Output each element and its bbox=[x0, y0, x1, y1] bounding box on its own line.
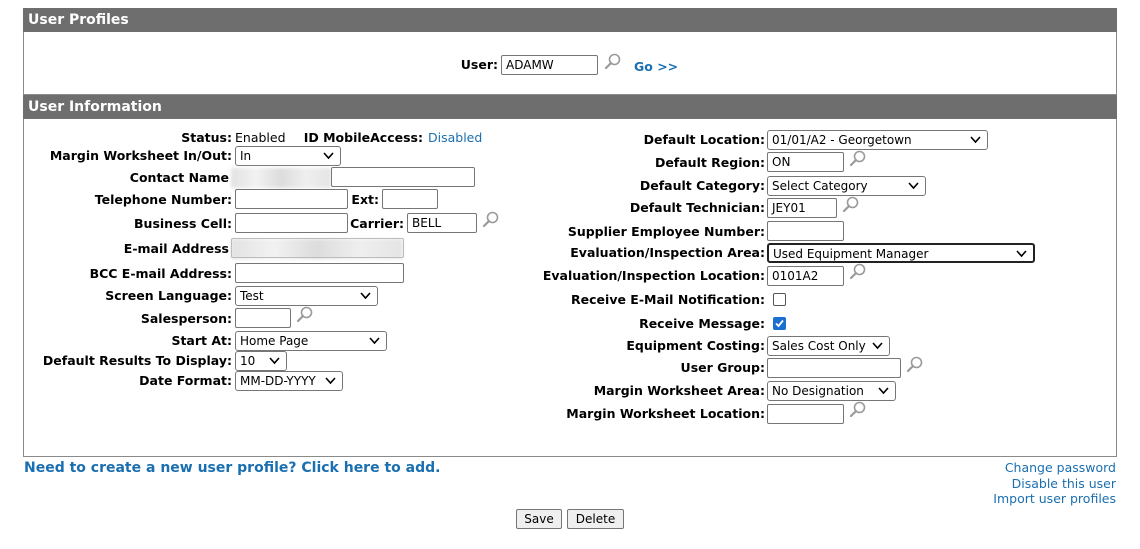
margin-inout-label: Margin Worksheet In/Out: bbox=[49, 148, 232, 163]
date-format-select[interactable]: MM-DD-YYYY bbox=[235, 371, 343, 391]
default-category-label: Default Category: bbox=[639, 178, 765, 193]
user-input[interactable]: ADAMW bbox=[501, 55, 598, 75]
default-technician-input[interactable]: JEY01 bbox=[767, 198, 837, 218]
mw-location-label: Margin Worksheet Location: bbox=[566, 406, 765, 421]
default-category-value: Select Category bbox=[772, 179, 868, 193]
eval-area-label: Evaluation/Inspection Area: bbox=[570, 245, 765, 260]
default-category-select[interactable]: Select Category bbox=[767, 176, 926, 196]
chevron-down-icon bbox=[878, 387, 889, 395]
eval-location-label: Evaluation/Inspection Location: bbox=[542, 268, 765, 283]
contact-name-label: Contact Name bbox=[129, 170, 229, 185]
salesperson-label: Salesperson: bbox=[140, 311, 232, 326]
user-search-icon[interactable] bbox=[604, 53, 622, 71]
contact-name-redacted bbox=[231, 168, 331, 188]
chevron-down-icon bbox=[269, 357, 280, 365]
default-region-label: Default Region: bbox=[654, 155, 765, 170]
technician-search-icon[interactable] bbox=[842, 196, 860, 214]
email-input[interactable] bbox=[231, 238, 404, 258]
eval-location-search-icon[interactable] bbox=[849, 263, 867, 281]
equipment-costing-label: Equipment Costing: bbox=[626, 338, 765, 353]
mw-location-search-icon[interactable] bbox=[849, 401, 867, 419]
equipment-costing-value: Sales Cost Only bbox=[772, 339, 866, 353]
carrier-input[interactable]: BELL bbox=[407, 213, 477, 233]
supplier-employee-input[interactable] bbox=[767, 221, 844, 241]
mw-area-label: Margin Worksheet Area: bbox=[593, 383, 765, 398]
salesperson-input[interactable] bbox=[235, 308, 291, 328]
chevron-down-icon bbox=[360, 292, 371, 300]
eval-area-value: Used Equipment Manager bbox=[773, 247, 929, 261]
contact-name-input[interactable] bbox=[331, 167, 475, 187]
ext-label: Ext: bbox=[351, 192, 379, 207]
eval-area-select[interactable]: Used Equipment Manager bbox=[767, 243, 1035, 263]
bcc-email-label: BCC E-mail Address: bbox=[89, 266, 232, 281]
start-at-select[interactable]: Home Page bbox=[235, 331, 387, 351]
results-select[interactable]: 10 bbox=[235, 351, 287, 371]
start-at-value: Home Page bbox=[240, 334, 309, 348]
chevron-down-icon bbox=[970, 136, 981, 144]
status-label: Status: bbox=[181, 130, 232, 145]
mw-area-select[interactable]: No Designation bbox=[767, 381, 896, 401]
user-group-input[interactable] bbox=[767, 358, 901, 378]
user-group-search-icon[interactable] bbox=[906, 356, 924, 374]
business-cell-label: Business Cell: bbox=[134, 216, 232, 231]
disable-user-link[interactable]: Disable this user bbox=[1012, 476, 1116, 491]
change-password-link[interactable]: Change password bbox=[1005, 460, 1116, 475]
import-profiles-link[interactable]: Import user profiles bbox=[993, 491, 1116, 506]
date-format-label: Date Format: bbox=[139, 373, 232, 388]
margin-inout-select[interactable]: In bbox=[235, 146, 341, 166]
start-at-label: Start At: bbox=[171, 333, 232, 348]
eval-location-input[interactable]: 0101A2 bbox=[767, 266, 844, 286]
mw-location-input[interactable] bbox=[767, 404, 844, 424]
results-value: 10 bbox=[240, 354, 256, 368]
screen-language-value: Test bbox=[240, 289, 264, 303]
screen-language-select[interactable]: Test bbox=[235, 286, 378, 306]
default-location-select[interactable]: 01/01/A2 - Georgetown bbox=[767, 130, 988, 150]
default-location-value: 01/01/A2 - Georgetown bbox=[772, 133, 912, 147]
region-search-icon[interactable] bbox=[849, 150, 867, 168]
receive-message-checkbox[interactable] bbox=[773, 317, 786, 330]
user-information-header: User Information bbox=[23, 95, 1117, 119]
chevron-down-icon bbox=[1016, 250, 1027, 258]
default-region-input[interactable]: ON bbox=[767, 152, 844, 172]
mobile-access-value[interactable]: Disabled bbox=[428, 130, 482, 145]
chevron-down-icon bbox=[369, 337, 380, 345]
delete-button[interactable]: Delete bbox=[567, 509, 624, 529]
chevron-down-icon bbox=[325, 377, 336, 385]
save-button[interactable]: Save bbox=[516, 509, 562, 529]
user-profiles-title: User Profiles bbox=[28, 12, 129, 28]
mw-area-value: No Designation bbox=[772, 384, 864, 398]
default-technician-label: Default Technician: bbox=[629, 200, 765, 215]
margin-inout-value: In bbox=[240, 149, 252, 163]
screen-language-label: Screen Language: bbox=[105, 288, 232, 303]
user-label: User: bbox=[460, 57, 498, 72]
status-value: Enabled bbox=[235, 130, 286, 145]
salesperson-search-icon[interactable] bbox=[296, 306, 314, 324]
mobile-access-label: ID MobileAccess: bbox=[303, 130, 423, 145]
date-format-value: MM-DD-YYYY bbox=[240, 374, 316, 388]
user-group-label: User Group: bbox=[680, 360, 765, 375]
chevron-down-icon bbox=[908, 182, 919, 190]
go-link[interactable]: Go >> bbox=[634, 59, 678, 74]
default-location-label: Default Location: bbox=[643, 132, 765, 147]
carrier-label: Carrier: bbox=[350, 216, 404, 231]
chevron-down-icon bbox=[323, 152, 334, 160]
equipment-costing-select[interactable]: Sales Cost Only bbox=[767, 336, 890, 356]
results-label: Default Results To Display: bbox=[42, 353, 232, 368]
user-profiles-header: User Profiles bbox=[23, 8, 1117, 32]
email-notification-label: Receive E-Mail Notification: bbox=[571, 292, 765, 307]
email-label: E-mail Address bbox=[123, 241, 229, 256]
chevron-down-icon bbox=[872, 342, 883, 350]
telephone-label: Telephone Number: bbox=[94, 192, 232, 207]
ext-input[interactable] bbox=[382, 189, 438, 209]
supplier-employee-label: Supplier Employee Number: bbox=[567, 224, 765, 239]
bcc-email-input[interactable] bbox=[235, 263, 404, 283]
checkmark-icon bbox=[775, 319, 784, 328]
business-cell-input[interactable] bbox=[235, 213, 348, 233]
email-notification-checkbox[interactable] bbox=[773, 293, 786, 306]
user-information-title: User Information bbox=[28, 99, 162, 115]
telephone-input[interactable] bbox=[235, 189, 348, 209]
carrier-search-icon[interactable] bbox=[482, 211, 500, 229]
receive-message-label: Receive Message: bbox=[639, 316, 765, 331]
create-profile-link[interactable]: Need to create a new user profile? Click… bbox=[24, 460, 440, 476]
